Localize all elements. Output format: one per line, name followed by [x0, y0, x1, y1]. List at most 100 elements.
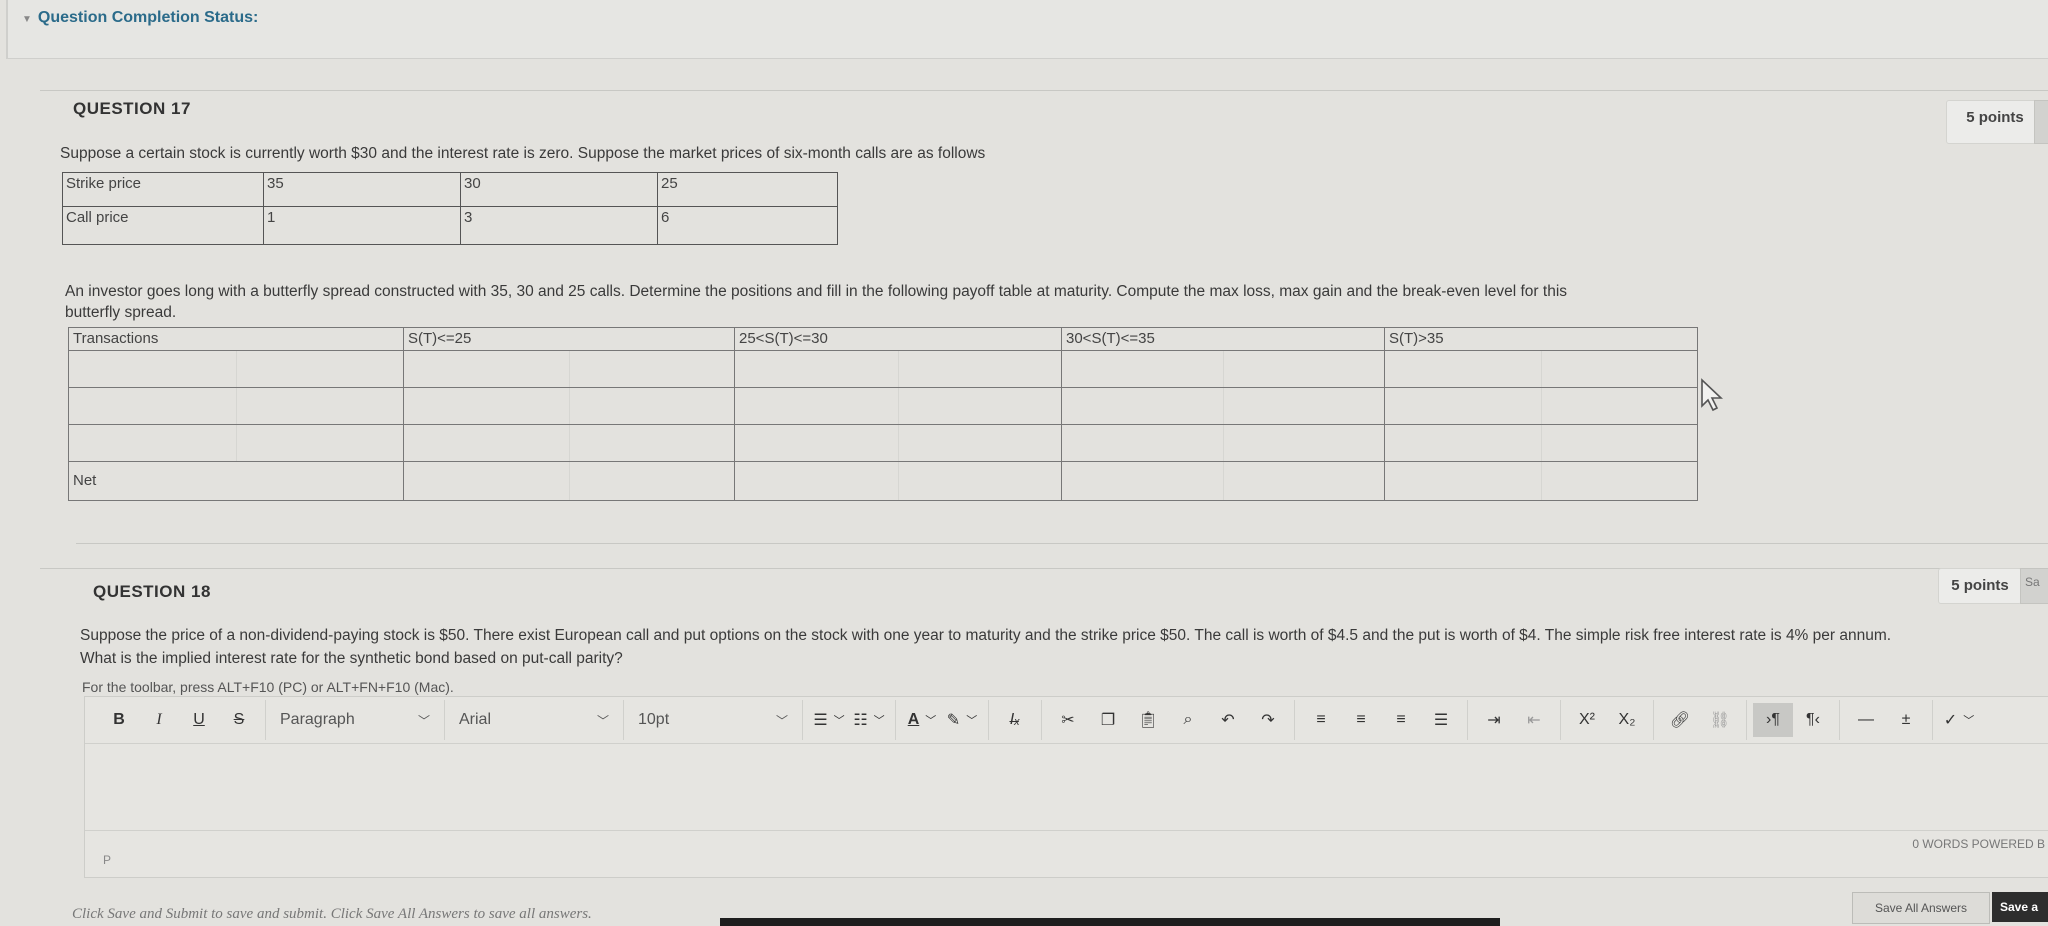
cut-button[interactable]: ✂ — [1048, 703, 1088, 737]
paste-icon: 📋︎ — [1137, 712, 1159, 729]
toolbar-separator — [265, 700, 266, 740]
completion-status-bar[interactable]: ▼ Question Completion Status: — [6, 0, 2048, 59]
toolbar-separator — [1653, 700, 1654, 740]
clear-format-button[interactable]: I̶ₓ — [995, 703, 1035, 737]
superscript-icon: X² — [1579, 711, 1595, 728]
table-header-row: Transactions S(T)<=25 25<S(T)<=30 30<S(T… — [68, 327, 1698, 351]
question-17-instruction-cont: butterfly spread. — [65, 304, 177, 321]
editor-toolbar: B I U S Paragraph ﹀ Arial ﹀ 10pt ﹀ ☰ ﹀ ☷ ﹀ A ﹀… — [85, 697, 2048, 744]
answer-text-area[interactable] — [85, 744, 2048, 830]
completion-status-toggle[interactable]: ▼ Question Completion Status: — [22, 9, 258, 27]
redo-icon: ↷ — [1261, 712, 1275, 729]
toolbar-separator — [802, 700, 803, 740]
divider — [76, 543, 2048, 544]
horizontal-rule-button[interactable]: — — [1846, 703, 1886, 737]
bullet-list-icon: ☰ — [813, 712, 828, 729]
question-17-instruction: An investor goes long with a butterfly s… — [65, 283, 1568, 300]
ltr-button[interactable]: ›¶ — [1753, 703, 1793, 737]
table-cell-input[interactable] — [734, 349, 1062, 388]
chevron-down-icon: ﹀ — [596, 713, 609, 728]
table-header: S(T)<=25 — [403, 327, 735, 351]
strikethrough-button[interactable]: S — [219, 703, 259, 737]
chevron-down-icon: ﹀ — [1963, 715, 1975, 727]
align-right-button[interactable]: ≡ — [1381, 703, 1421, 737]
find-button[interactable]: ⌕ — [1168, 703, 1208, 737]
font-family-value: Arial — [459, 711, 492, 728]
clear-format-icon: I̶ₓ — [1009, 711, 1021, 728]
toolbar-separator — [444, 700, 445, 740]
save-all-answers-button[interactable]: Save All Answers — [1852, 892, 1990, 924]
payoff-table: Transactions S(T)<=25 25<S(T)<=30 30<S(T… — [68, 327, 1698, 502]
copy-button[interactable]: ❐ — [1088, 703, 1128, 737]
bold-button[interactable]: B — [99, 703, 139, 737]
table-cell-input[interactable] — [1384, 460, 1698, 502]
question-17-prompt: Suppose a certain stock is currently wor… — [60, 145, 986, 162]
spellcheck-icon: ✓ — [1943, 712, 1958, 729]
table-header: S(T)>35 — [1384, 327, 1698, 351]
table-cell-input[interactable] — [734, 386, 1062, 425]
outdent-icon: ⇤ — [1527, 712, 1541, 729]
unlink-icon: ⛓ — [1709, 712, 1731, 729]
undo-button[interactable]: ↶ — [1208, 703, 1248, 737]
table-cell-input[interactable] — [1061, 349, 1385, 388]
table-cell-input[interactable] — [1384, 423, 1698, 462]
table-cell-input[interactable] — [1061, 386, 1385, 425]
save-all-answers-label: Save All Answers — [1874, 901, 1968, 915]
numbered-list-icon: ☷ — [853, 712, 868, 729]
numbered-list-button[interactable]: ☷ ﹀ — [849, 703, 889, 737]
toolbar-hint: For the toolbar, press ALT+F10 (PC) or A… — [82, 679, 454, 695]
underline-button[interactable]: U — [179, 703, 219, 737]
divider — [40, 568, 2048, 569]
bullet-list-button[interactable]: ☰ ﹀ — [809, 703, 849, 737]
highlight-button[interactable]: ✎ ﹀ — [942, 703, 982, 737]
divider — [40, 90, 2048, 91]
call-price-table: Strike price 35 30 25 Call price 1 3 6 — [62, 172, 838, 245]
align-center-button[interactable]: ≡ — [1341, 703, 1381, 737]
table-cell-input[interactable] — [68, 386, 404, 425]
link-button[interactable]: 🔗︎ — [1660, 703, 1700, 737]
table-cell-input[interactable] — [68, 423, 404, 462]
highlight-icon: ✎ — [946, 712, 961, 729]
text-color-button[interactable]: A ﹀ — [902, 703, 942, 737]
toolbar-separator — [1746, 700, 1747, 740]
insert-icon: ± — [1901, 711, 1911, 728]
paragraph-format-select[interactable]: Paragraph ﹀ — [272, 703, 438, 737]
font-size-select[interactable]: 10pt ﹀ — [630, 703, 796, 737]
justify-button[interactable]: ☰ — [1421, 703, 1461, 737]
table-cell-input[interactable] — [734, 460, 1062, 502]
table-cell-input[interactable] — [403, 349, 735, 388]
table-cell-input[interactable] — [1061, 423, 1385, 462]
table-cell-input[interactable] — [1061, 460, 1385, 502]
editor-status-bar: P 0 WORDS POWERED B — [85, 830, 2048, 877]
table-row: Call price 1 3 6 — [62, 206, 838, 245]
italic-button[interactable]: I — [139, 703, 179, 737]
indent-button[interactable]: ⇥ — [1474, 703, 1514, 737]
redo-button[interactable]: ↷ — [1248, 703, 1288, 737]
toolbar-separator — [1932, 700, 1933, 740]
rtl-button[interactable]: ¶‹ — [1793, 703, 1833, 737]
table-cell-input[interactable] — [1384, 349, 1698, 388]
toolbar-separator — [1560, 700, 1561, 740]
superscript-button[interactable]: X² — [1567, 703, 1607, 737]
table-cell: 25 — [657, 172, 838, 207]
table-cell-input[interactable] — [403, 460, 735, 502]
subscript-button[interactable]: X₂ — [1607, 703, 1647, 737]
align-left-button[interactable]: ≡ — [1301, 703, 1341, 737]
table-cell-input[interactable] — [403, 423, 735, 462]
toolbar-separator — [1839, 700, 1840, 740]
completion-status-title: Question Completion Status: — [37, 9, 259, 26]
insert-button[interactable]: ± — [1886, 703, 1926, 737]
spellcheck-button[interactable]: ✓ ﹀ — [1939, 703, 1979, 737]
paste-button[interactable]: 📋︎ — [1128, 703, 1168, 737]
table-cell-input[interactable] — [734, 423, 1062, 462]
table-cell-input[interactable] — [68, 349, 404, 388]
element-path[interactable]: P — [103, 853, 111, 867]
font-family-select[interactable]: Arial ﹀ — [451, 703, 617, 737]
table-row-net: Net — [68, 460, 1698, 502]
outdent-button[interactable]: ⇤ — [1514, 703, 1554, 737]
unlink-button[interactable]: ⛓ — [1700, 703, 1740, 737]
chevron-down-icon: ﹀ — [417, 713, 430, 728]
table-cell-input[interactable] — [403, 386, 735, 425]
save-and-submit-button[interactable]: Save a — [1992, 892, 2048, 922]
table-cell-input[interactable] — [1384, 386, 1698, 425]
